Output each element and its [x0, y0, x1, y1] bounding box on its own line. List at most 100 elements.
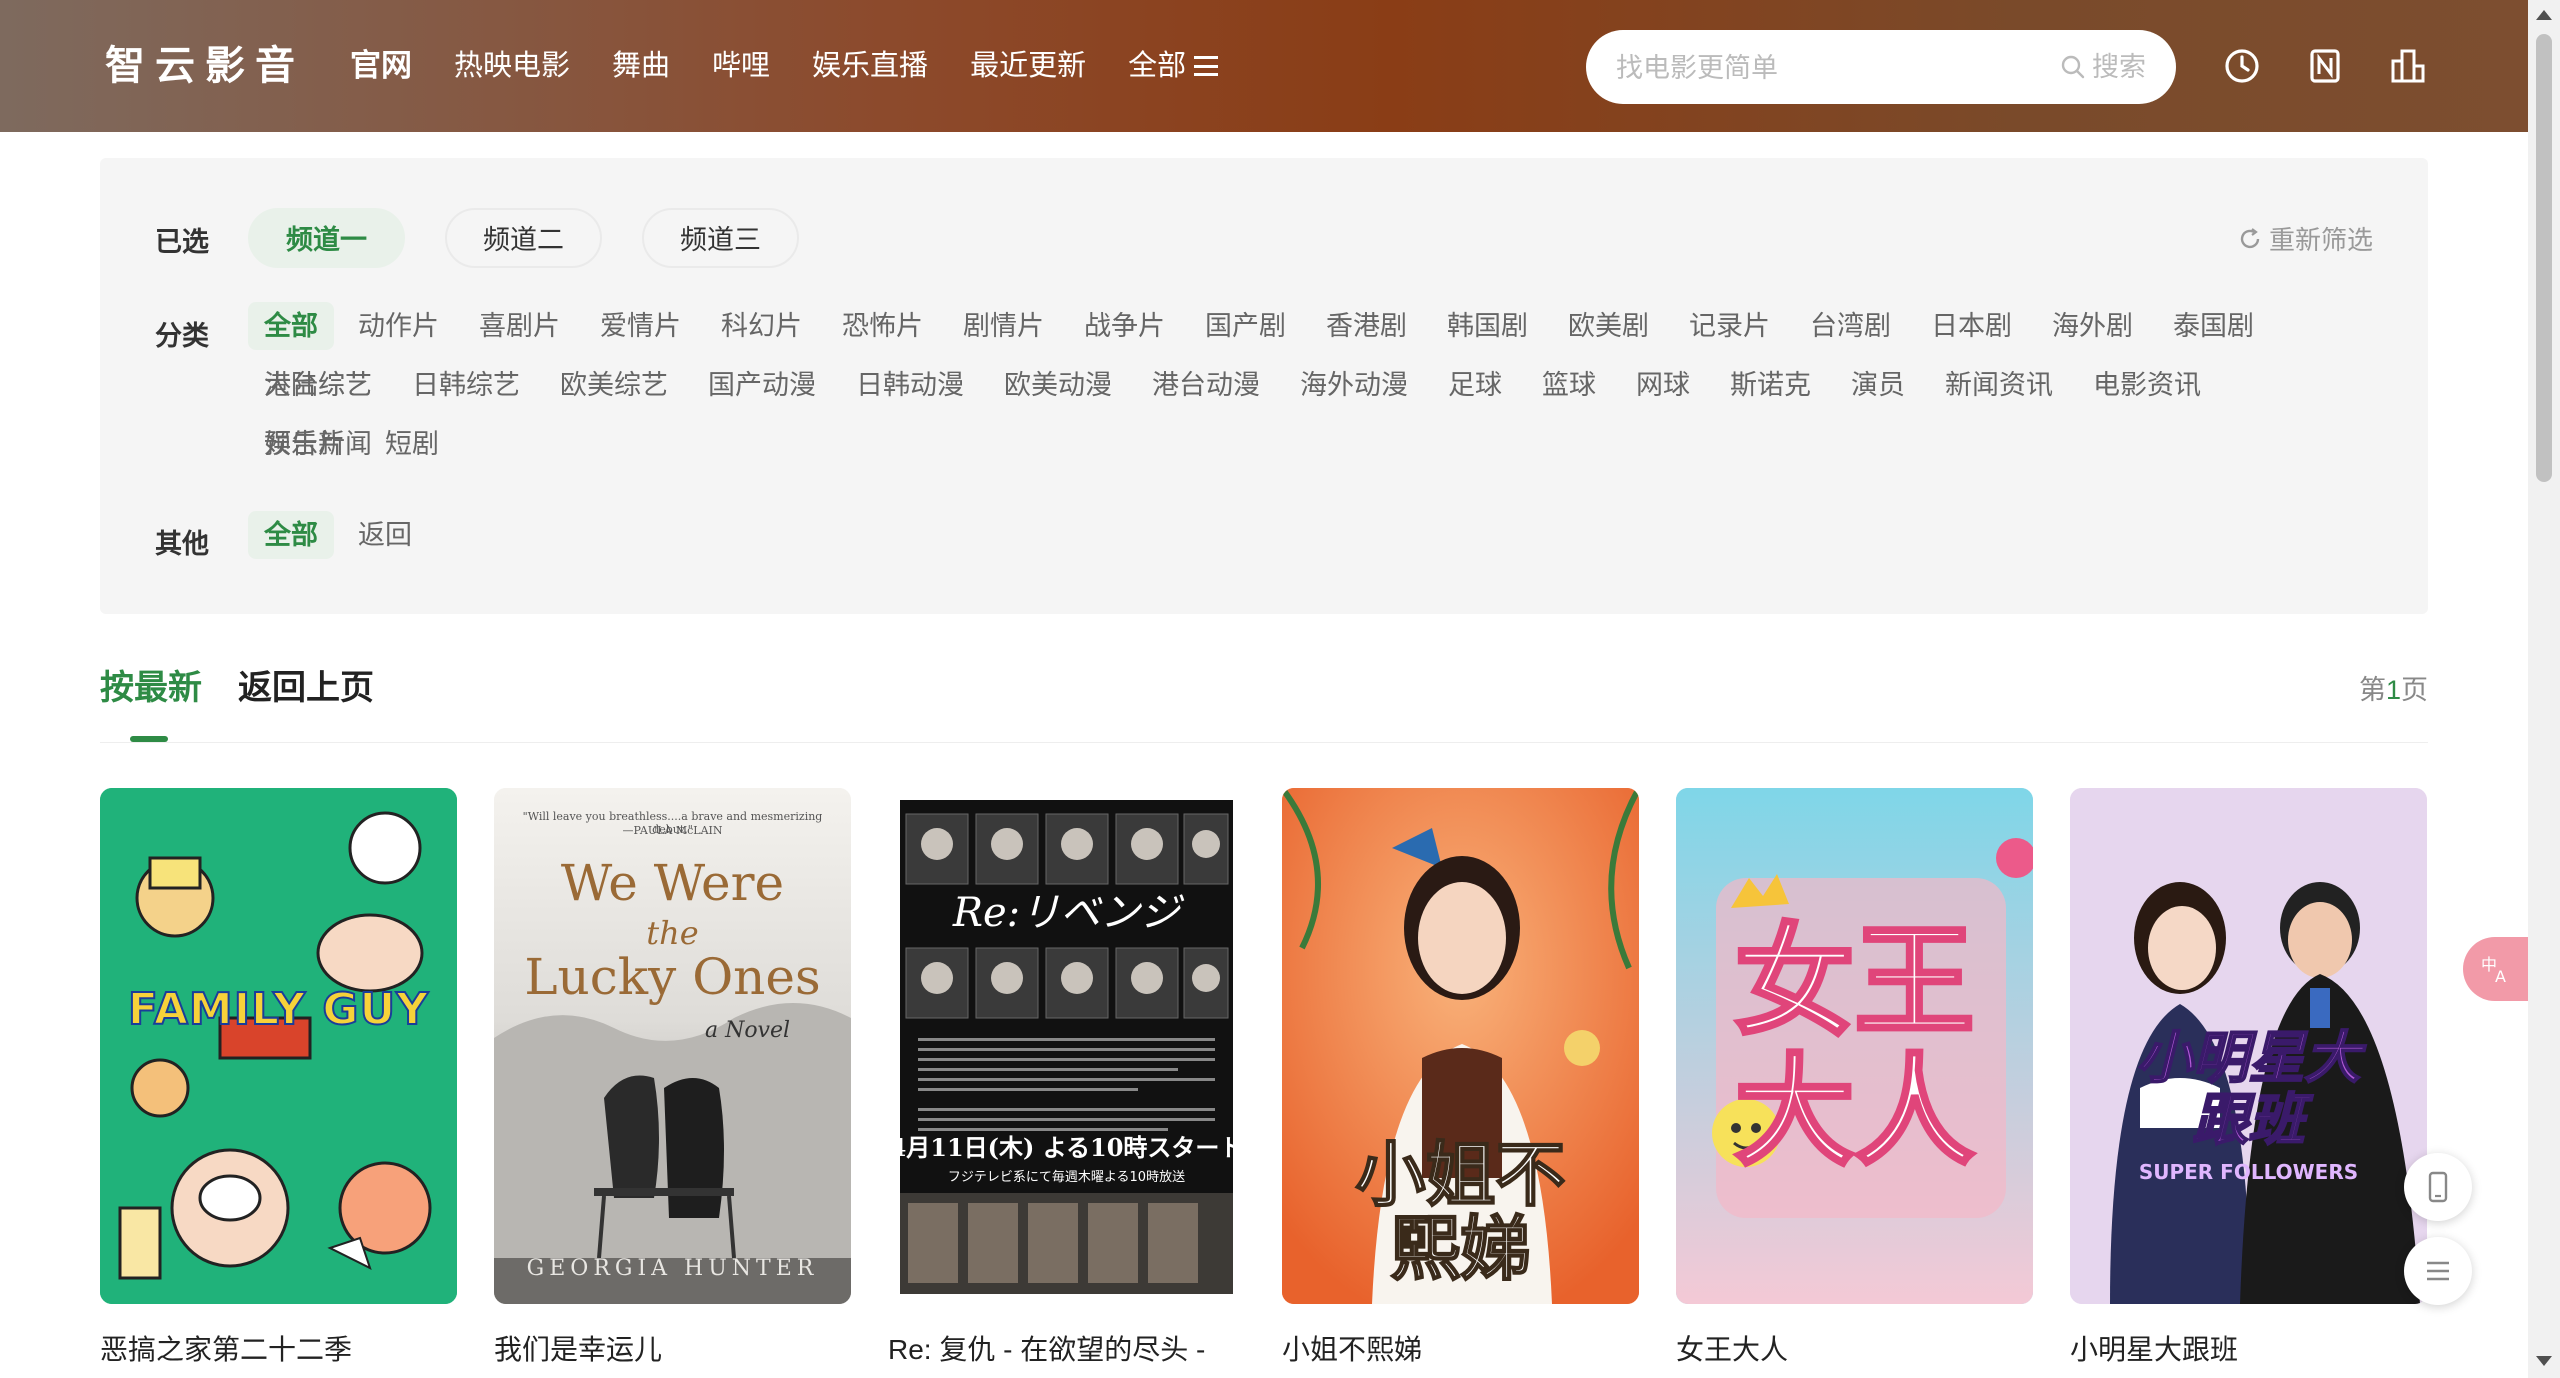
- category-item[interactable]: 韩国剧: [1431, 302, 1544, 350]
- category-item[interactable]: 日韩动漫: [840, 361, 980, 409]
- category-item[interactable]: 港台动漫: [1136, 361, 1276, 409]
- category-item[interactable]: 欧美综艺: [544, 361, 684, 409]
- mobile-button[interactable]: [2404, 1153, 2472, 1221]
- svg-text:A: A: [2495, 967, 2506, 986]
- translate-button[interactable]: 中A: [2463, 937, 2528, 1001]
- poster-title-text: Re:リベンジ: [952, 890, 1181, 936]
- movie-card[interactable]: 小姐不熙娣 小姐不熙娣: [1282, 788, 1639, 1365]
- tab-back[interactable]: 返回上页: [238, 660, 374, 709]
- refresh-icon: [2240, 227, 2260, 248]
- category-item[interactable]: 爱情片: [584, 302, 697, 350]
- category-item[interactable]: 电影资讯: [2077, 361, 2217, 409]
- category-item[interactable]: 欧美剧: [1552, 302, 1665, 350]
- category-item[interactable]: 国产动漫: [692, 361, 832, 409]
- movie-title[interactable]: 恶搞之家第二十二季: [100, 1328, 352, 1368]
- nav-hot-movies[interactable]: 热映电影: [454, 44, 570, 88]
- channel-chip-3[interactable]: 频道三: [642, 208, 799, 268]
- category-item[interactable]: 短剧: [369, 420, 455, 468]
- scroll-down-arrow[interactable]: [2536, 1356, 2552, 1366]
- poster-title-1: We Were: [560, 854, 785, 912]
- movie-title[interactable]: 小姐不熙娣: [1282, 1328, 1422, 1368]
- category-item[interactable]: 篮球: [1526, 361, 1612, 409]
- movie-title[interactable]: 我们是幸运儿: [494, 1328, 662, 1368]
- category-item[interactable]: 港台综艺: [248, 361, 388, 409]
- other-item-all[interactable]: 全部: [248, 511, 334, 559]
- site-logo[interactable]: 智云影音: [105, 40, 305, 92]
- filter-panel: 已选 频道一 频道二 频道三 重新筛选 分类 全部 动作片 喜剧片 爱情片 科幻…: [100, 158, 2428, 614]
- category-item[interactable]: 剧情片: [947, 302, 1060, 350]
- tab-latest[interactable]: 按最新: [100, 660, 202, 709]
- selected-label: 已选: [155, 227, 209, 257]
- other-list: 全部 返回: [248, 511, 436, 570]
- movie-card[interactable]: FAMILY GUY 恶搞之家第二十二季: [100, 788, 457, 1365]
- vertical-scrollbar[interactable]: [2528, 0, 2560, 1378]
- poster-subtitle: フジテレビ系にて毎週木曜よる10時放送: [947, 1170, 1186, 1185]
- search-icon: [2061, 55, 2085, 79]
- category-item[interactable]: 科幻片: [705, 302, 818, 350]
- category-item[interactable]: 台湾剧: [1794, 302, 1907, 350]
- category-item[interactable]: 日韩综艺: [396, 361, 536, 409]
- movie-poster[interactable]: 小姐不熙娣: [1282, 788, 1639, 1304]
- page-prefix: 第: [2358, 675, 2386, 705]
- category-item[interactable]: 恐怖片: [826, 302, 939, 350]
- search-button[interactable]: 搜索: [2060, 45, 2146, 89]
- bookmark-icon[interactable]: [2305, 46, 2345, 86]
- nav-all[interactable]: 全部: [1128, 44, 1219, 88]
- category-item[interactable]: 国产剧: [1189, 302, 1302, 350]
- movie-title[interactable]: 小明星大跟班: [2070, 1328, 2238, 1368]
- category-item[interactable]: 新闻资讯: [1929, 361, 2069, 409]
- nav-live[interactable]: 娱乐直播: [812, 44, 928, 88]
- category-item[interactable]: 全部: [248, 302, 334, 350]
- movie-poster[interactable]: "Will leave you breathless....a brave an…: [494, 788, 851, 1304]
- movie-card[interactable]: 小明星大跟班 SUPER FOLLOWERS 小明星大跟班: [2070, 788, 2427, 1365]
- nav-all-label: 全部: [1128, 50, 1187, 82]
- movie-poster[interactable]: FAMILY GUY: [100, 788, 457, 1304]
- nav-recent[interactable]: 最近更新: [970, 44, 1086, 88]
- scroll-up-arrow[interactable]: [2536, 10, 2552, 20]
- reset-filter-button[interactable]: 重新筛选: [2237, 220, 2373, 257]
- category-item[interactable]: 动作片: [342, 302, 455, 350]
- nav-dance[interactable]: 舞曲: [612, 44, 670, 88]
- mobile-icon: [2428, 1171, 2448, 1203]
- movie-card[interactable]: 女王大人 女王大人: [1676, 788, 2033, 1365]
- movie-card[interactable]: Re:リベンジ 4月11日(木) よる10時スタート フジテレビ系にて毎週木曜よ…: [888, 788, 1245, 1365]
- category-item[interactable]: 演员: [1835, 361, 1921, 409]
- translate-icon: 中A: [2481, 955, 2506, 986]
- category-item[interactable]: 斯诺克: [1714, 361, 1827, 409]
- movie-poster[interactable]: Re:リベンジ 4月11日(木) よる10時スタート フジテレビ系にて毎週木曜よ…: [888, 788, 1245, 1304]
- category-item[interactable]: 日本剧: [1915, 302, 2028, 350]
- movie-title[interactable]: 女王大人: [1676, 1328, 1788, 1368]
- section-divider: [100, 742, 2428, 743]
- category-item[interactable]: 泰国剧: [2157, 302, 2270, 350]
- search-box: 搜索: [1586, 30, 2176, 104]
- category-item[interactable]: 喜剧片: [463, 302, 576, 350]
- category-item[interactable]: 海外动漫: [1284, 361, 1424, 409]
- category-list-row3: 预告片 短剧: [248, 420, 2348, 479]
- movie-card[interactable]: "Will leave you breathless....a brave an…: [494, 788, 851, 1365]
- poster-title-text: 女王大人: [1733, 913, 1977, 1182]
- category-item[interactable]: 足球: [1432, 361, 1518, 409]
- category-item[interactable]: 战争片: [1068, 302, 1181, 350]
- category-item[interactable]: 欧美动漫: [988, 361, 1128, 409]
- other-label: 其他: [155, 529, 209, 559]
- category-item[interactable]: 记录片: [1673, 302, 1786, 350]
- scroll-thumb[interactable]: [2536, 34, 2552, 482]
- nav-home[interactable]: 官网: [350, 44, 412, 88]
- category-item[interactable]: 海外剧: [2036, 302, 2149, 350]
- poster-title-text: FAMILY GUY: [127, 983, 430, 1036]
- other-item-back[interactable]: 返回: [342, 511, 428, 559]
- search-input[interactable]: [1614, 45, 2038, 91]
- channel-chip-1[interactable]: 频道一: [248, 208, 405, 268]
- movie-poster[interactable]: 小明星大跟班 SUPER FOLLOWERS: [2070, 788, 2427, 1304]
- movie-poster[interactable]: 女王大人: [1676, 788, 2033, 1304]
- category-item[interactable]: 网球: [1620, 361, 1706, 409]
- channel-chip-2[interactable]: 频道二: [445, 208, 602, 268]
- menu-button[interactable]: [2404, 1237, 2472, 1305]
- movie-title[interactable]: Re: 复仇 - 在欲望的尽头 -: [888, 1328, 1205, 1368]
- history-icon[interactable]: [2222, 46, 2262, 86]
- category-item[interactable]: 预告片: [248, 420, 361, 468]
- nav-bilibili[interactable]: 哔哩: [712, 44, 770, 88]
- ranking-icon[interactable]: [2388, 46, 2428, 86]
- sort-tabs: 按最新 返回上页: [100, 660, 410, 709]
- category-item[interactable]: 香港剧: [1310, 302, 1423, 350]
